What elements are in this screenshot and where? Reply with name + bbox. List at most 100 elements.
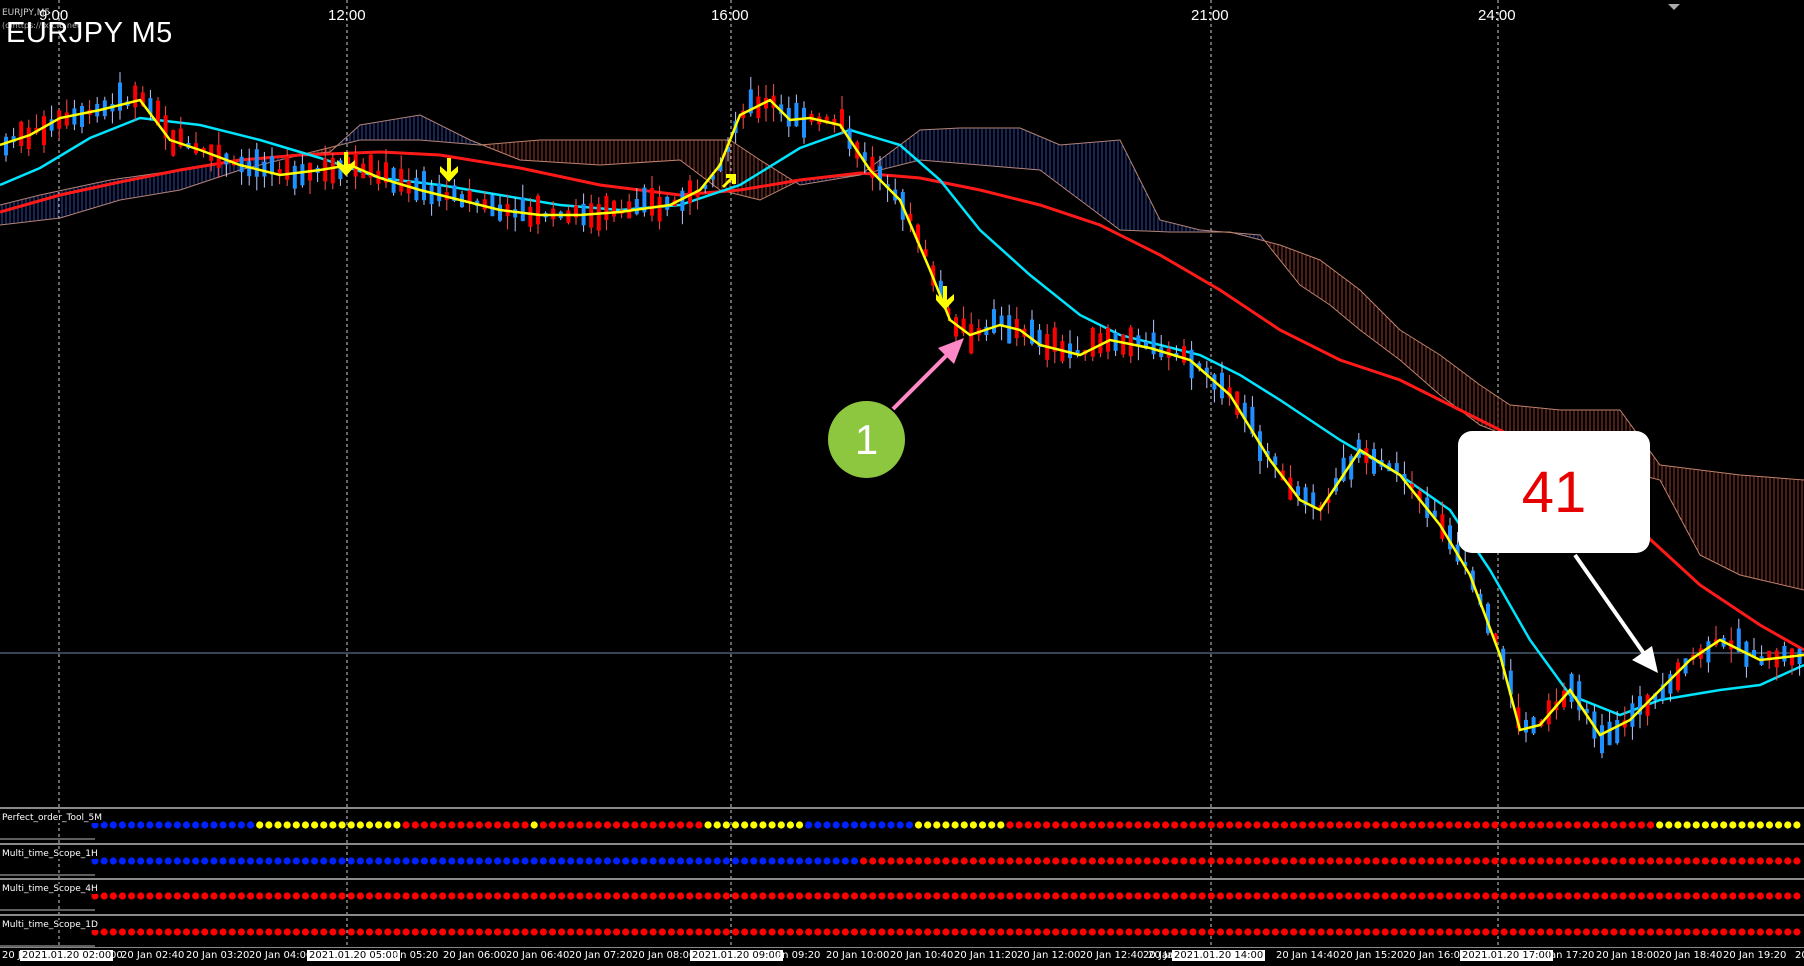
indicator-dot — [1143, 857, 1151, 865]
indicator-dot — [439, 928, 447, 936]
indicator-dot — [695, 928, 703, 936]
indicator-dot — [256, 928, 264, 936]
indicator-dot — [1445, 928, 1453, 936]
candle-body — [1068, 343, 1072, 359]
indicator-dot — [1646, 821, 1655, 829]
indicator-dot — [1226, 821, 1234, 829]
indicator-dot — [1610, 857, 1618, 865]
indicator-dot — [750, 821, 758, 829]
indicator-dot — [1399, 928, 1408, 936]
indicator-dot — [933, 928, 941, 936]
candle-body — [612, 200, 616, 217]
indicator-dot — [750, 928, 758, 936]
indicator-dot — [713, 821, 721, 829]
indicator-dot — [1253, 821, 1261, 829]
indicator-dot — [1409, 857, 1417, 865]
indicator-dot — [292, 928, 300, 936]
indicator-dot — [887, 857, 895, 865]
indicator-dot — [1491, 892, 1499, 900]
indicator-dot — [1308, 857, 1316, 865]
indicator-dot — [1390, 928, 1398, 936]
indicator-dot — [457, 857, 465, 865]
indicator-dot — [1335, 928, 1343, 936]
indicator-dot — [1692, 821, 1700, 829]
candle-body — [802, 107, 806, 138]
indicator-dot — [951, 857, 959, 865]
indicator-dot — [905, 857, 913, 865]
indicator-dot — [1710, 821, 1719, 829]
indicator-dot — [924, 857, 932, 865]
indicator-dot — [246, 892, 255, 900]
chart-window[interactable]: { "window": { "tab_label": "EURJPY,M5", … — [0, 0, 1804, 966]
indicator-dot — [1500, 928, 1508, 936]
indicator-dot — [1537, 857, 1545, 865]
indicator-dot — [356, 928, 364, 936]
time-axis-label: Jan 09:20 — [773, 950, 821, 961]
indicator-dot — [850, 928, 859, 936]
indicator-dot — [1354, 928, 1362, 936]
indicator-dot — [978, 821, 987, 829]
indicator-dot — [118, 928, 127, 936]
indicator-dot — [1793, 892, 1801, 900]
indicator-dot — [1765, 821, 1774, 829]
time-axis[interactable]: 20 Jan 2021.01.20 02:00 00 20 Jan 02:40 20 J… — [0, 947, 1804, 966]
indicator-dot — [1033, 928, 1042, 936]
indicator-dot — [1720, 821, 1728, 829]
indicator-dot — [704, 928, 712, 936]
indicator-dot — [969, 857, 978, 865]
indicator-dot — [1436, 821, 1444, 829]
indicator-dot — [988, 928, 996, 936]
indicator-dot — [1033, 821, 1042, 829]
indicator-dot — [1427, 892, 1435, 900]
indicator-dot — [1235, 857, 1243, 865]
indicator-dot — [1674, 857, 1682, 865]
candle-body — [1706, 641, 1711, 663]
indicator-dot — [457, 892, 465, 900]
indicator-dot — [1500, 892, 1508, 900]
indicator-dot — [1692, 857, 1700, 865]
indicator-dot — [329, 892, 337, 900]
panel-label-mts-1h: Multi_time_Scope_1H — [1, 849, 99, 859]
indicator-dot — [1500, 857, 1508, 865]
indicator-dot — [1573, 892, 1581, 900]
indicator-dot — [1765, 857, 1774, 865]
indicator-dot — [622, 892, 630, 900]
indicator-dot — [1079, 857, 1087, 865]
indicator-dot — [1747, 857, 1755, 865]
indicator-dot — [1326, 857, 1334, 865]
time-axis-label: 2021.01.20 09:00 — [690, 950, 784, 961]
indicator-dot — [612, 857, 621, 865]
indicator-dot — [969, 928, 978, 936]
indicator-dot — [1317, 857, 1325, 865]
indicator-dot — [1637, 928, 1645, 936]
indicator-dot — [420, 857, 428, 865]
indicator-dot — [1107, 821, 1115, 829]
indicator-dot — [695, 857, 703, 865]
indicator-dot — [1317, 821, 1325, 829]
indicator-dot — [1436, 892, 1444, 900]
indicator-dot — [1024, 821, 1032, 829]
indicator-dot — [494, 928, 502, 936]
indicator-dot — [1738, 928, 1746, 936]
indicator-dot — [1454, 928, 1462, 936]
indicator-dot — [686, 821, 694, 829]
indicator-dot — [795, 892, 804, 900]
indicator-dot — [722, 857, 730, 865]
indicator-dot — [1738, 857, 1746, 865]
indicator-dot — [1473, 821, 1481, 829]
indicator-dot — [1436, 928, 1444, 936]
indicator-dot — [1784, 821, 1792, 829]
indicator-dot — [1793, 821, 1801, 829]
indicator-dot — [118, 892, 127, 900]
indicator-dot — [841, 821, 849, 829]
candle-body — [1676, 662, 1680, 691]
indicator-dot — [759, 892, 767, 900]
candle-body — [292, 165, 297, 189]
indicator-dot — [484, 892, 493, 900]
indicator-dot — [814, 892, 822, 900]
marker-circle: 1 — [828, 401, 905, 478]
candle-body — [688, 180, 692, 204]
indicator-dot — [292, 892, 300, 900]
indicator-dot — [1491, 857, 1499, 865]
indicator-dot — [1024, 857, 1032, 865]
